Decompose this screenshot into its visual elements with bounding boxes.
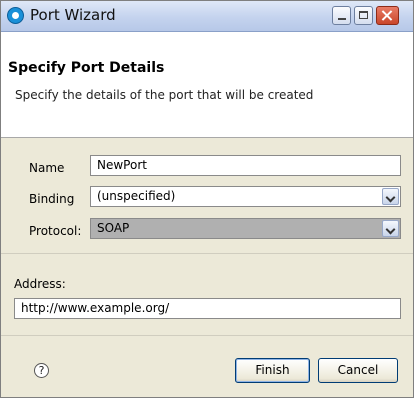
port-wizard-window: Port Wizard Specify Port Details Specify… <box>0 0 414 398</box>
binding-select[interactable]: (unspecified) <box>90 186 401 207</box>
address-input[interactable]: http://www.example.org/ <box>14 298 401 319</box>
binding-select-value: (unspecified) <box>97 189 176 203</box>
help-icon[interactable]: ? <box>34 363 49 378</box>
protocol-label: Protocol: <box>29 224 82 238</box>
address-label: Address: <box>14 277 66 291</box>
chevron-down-icon[interactable] <box>382 188 399 205</box>
close-icon[interactable] <box>376 6 399 25</box>
protocol-select-value: SOAP <box>97 221 130 235</box>
app-icon <box>7 7 24 24</box>
page-title: Specify Port Details <box>8 60 165 76</box>
binding-label: Binding <box>29 192 75 206</box>
maximize-icon[interactable] <box>354 6 373 25</box>
title-bar[interactable]: Port Wizard <box>1 1 413 32</box>
finish-button[interactable]: Finish <box>235 358 310 383</box>
chevron-down-icon[interactable] <box>382 220 399 237</box>
name-input[interactable]: NewPort <box>90 155 401 176</box>
protocol-select[interactable]: SOAP <box>90 218 401 239</box>
name-label: Name <box>29 161 65 175</box>
page-description: Specify the details of the port that wil… <box>15 88 314 102</box>
footer-separator <box>1 335 413 336</box>
cancel-button[interactable]: Cancel <box>318 358 398 383</box>
minimize-icon[interactable] <box>332 6 351 25</box>
form-separator <box>1 253 413 254</box>
window-title: Port Wizard <box>30 6 116 24</box>
wizard-header: Specify Port Details Specify the details… <box>1 32 413 138</box>
